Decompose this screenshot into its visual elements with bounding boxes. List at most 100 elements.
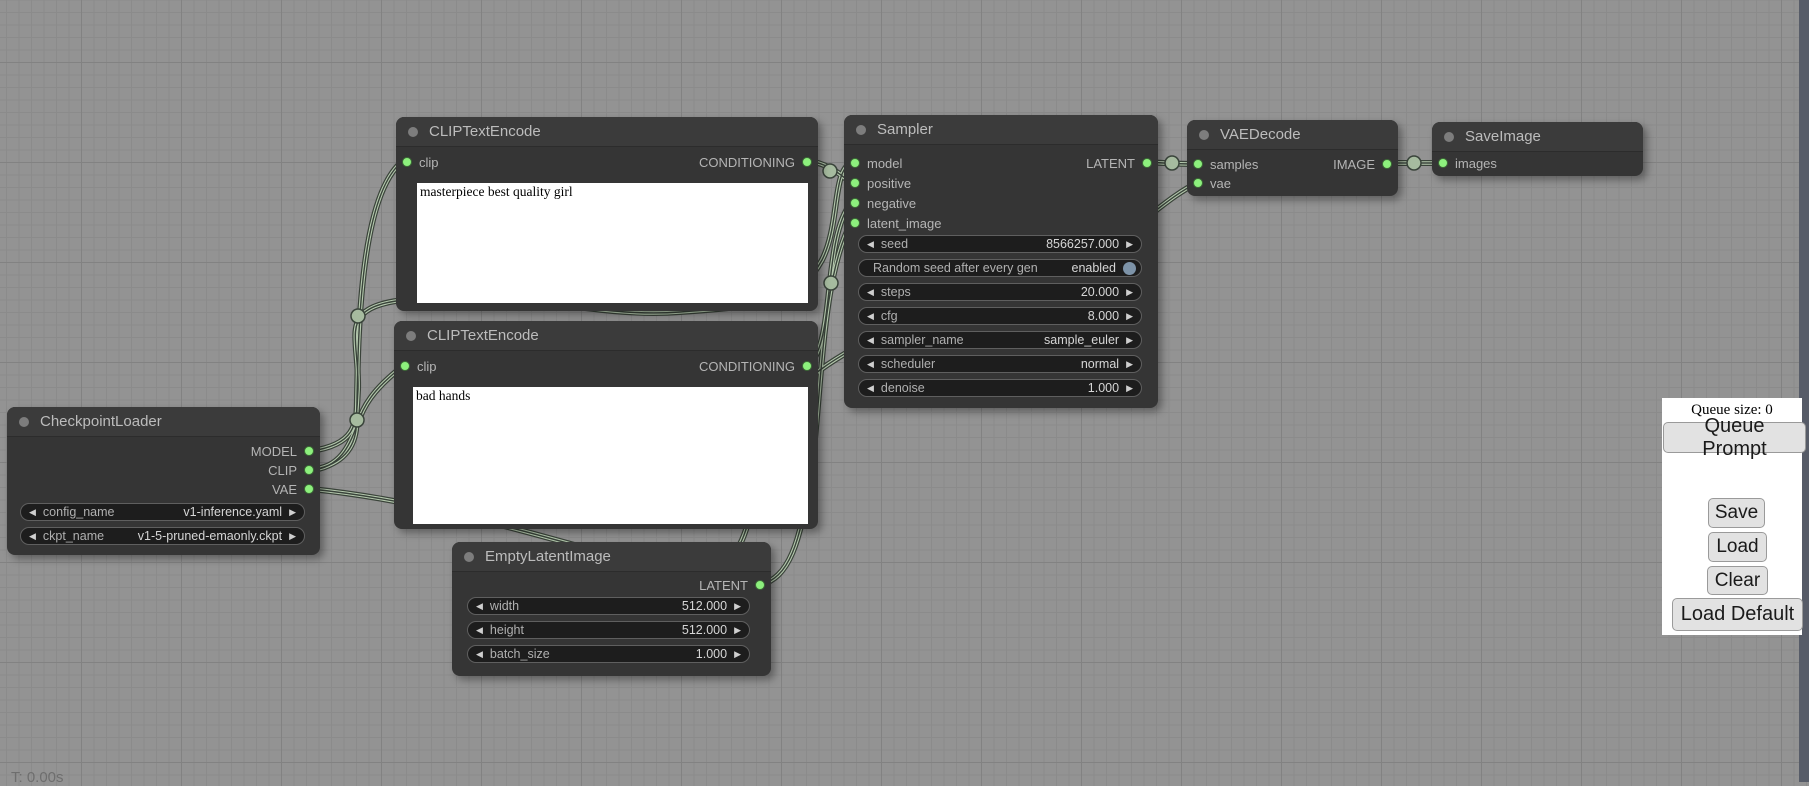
increment-arrow-icon[interactable]: ▶ (1126, 355, 1133, 373)
toggle-indicator[interactable] (1123, 262, 1136, 275)
node-vae-decode[interactable]: VAEDecode samples vae IMAGE (1187, 120, 1398, 196)
node-title-bar[interactable]: VAEDecode (1187, 120, 1398, 150)
increment-arrow-icon[interactable]: ▶ (1126, 235, 1133, 253)
port-dot[interactable] (1142, 158, 1152, 168)
input-port-negative[interactable]: negative (850, 193, 916, 213)
node-collapse-dot[interactable] (19, 417, 29, 427)
output-port-model[interactable]: MODEL (251, 441, 314, 461)
widget-height[interactable]: ◀ height 512.000 ▶ (467, 621, 750, 639)
queue-prompt-button[interactable]: Queue Prompt (1663, 422, 1806, 453)
port-dot[interactable] (802, 157, 812, 167)
widget-denoise[interactable]: ◀ denoise 1.000 ▶ (858, 379, 1142, 397)
port-dot[interactable] (304, 484, 314, 494)
node-collapse-dot[interactable] (1444, 132, 1454, 142)
decrement-arrow-icon[interactable]: ◀ (867, 307, 874, 325)
output-port-latent[interactable]: LATENT (699, 575, 765, 595)
widget-width[interactable]: ◀ width 512.000 ▶ (467, 597, 750, 615)
widget-random-seed-toggle[interactable]: Random seed after every gen enabled (858, 259, 1142, 277)
output-port-conditioning[interactable]: CONDITIONING (699, 152, 812, 172)
input-port-latent-image[interactable]: latent_image (850, 213, 941, 233)
port-dot[interactable] (1438, 158, 1448, 168)
clear-button[interactable]: Clear (1707, 566, 1768, 595)
increment-arrow-icon[interactable]: ▶ (289, 527, 296, 545)
node-title-bar[interactable]: SaveImage (1432, 122, 1643, 152)
node-sampler[interactable]: Sampler model positive negative latent_i… (844, 115, 1158, 408)
decrement-arrow-icon[interactable]: ◀ (867, 355, 874, 373)
widget-scheduler[interactable]: ◀ scheduler normal ▶ (858, 355, 1142, 373)
port-dot[interactable] (850, 198, 860, 208)
input-port-positive[interactable]: positive (850, 173, 911, 193)
increment-arrow-icon[interactable]: ▶ (734, 597, 741, 615)
decrement-arrow-icon[interactable]: ◀ (476, 645, 483, 663)
increment-arrow-icon[interactable]: ▶ (1126, 331, 1133, 349)
widget-config-name[interactable]: ◀ config_name v1-inference.yaml ▶ (20, 503, 305, 521)
prompt-textarea[interactable]: masterpiece best quality girl (417, 183, 808, 303)
increment-arrow-icon[interactable]: ▶ (1126, 307, 1133, 325)
widget-cfg[interactable]: ◀ cfg 8.000 ▶ (858, 307, 1142, 325)
widget-batch-size[interactable]: ◀ batch_size 1.000 ▶ (467, 645, 750, 663)
decrement-arrow-icon[interactable]: ◀ (476, 621, 483, 639)
decrement-arrow-icon[interactable]: ◀ (867, 235, 874, 253)
input-port-images[interactable]: images (1438, 153, 1497, 173)
widget-seed[interactable]: ◀ seed 8566257.000 ▶ (858, 235, 1142, 253)
node-collapse-dot[interactable] (1199, 130, 1209, 140)
node-clip-text-encode-positive[interactable]: CLIPTextEncode clip CONDITIONING masterp… (396, 117, 818, 311)
widget-value: enabled (1072, 261, 1117, 275)
port-dot[interactable] (802, 361, 812, 371)
decrement-arrow-icon[interactable]: ◀ (29, 503, 36, 521)
node-title-bar[interactable]: CLIPTextEncode (394, 321, 818, 351)
load-default-button[interactable]: Load Default (1672, 598, 1803, 631)
port-dot[interactable] (755, 580, 765, 590)
window-scrollbar[interactable] (1799, 0, 1809, 782)
port-dot[interactable] (850, 158, 860, 168)
node-clip-text-encode-negative[interactable]: CLIPTextEncode clip CONDITIONING bad han… (394, 321, 818, 529)
output-port-conditioning[interactable]: CONDITIONING (699, 356, 812, 376)
input-port-clip[interactable]: clip (402, 152, 439, 172)
increment-arrow-icon[interactable]: ▶ (289, 503, 296, 521)
port-dot[interactable] (402, 157, 412, 167)
port-dot[interactable] (850, 218, 860, 228)
node-title-bar[interactable]: CLIPTextEncode (396, 117, 818, 147)
increment-arrow-icon[interactable]: ▶ (734, 621, 741, 639)
output-port-latent[interactable]: LATENT (1086, 153, 1152, 173)
increment-arrow-icon[interactable]: ▶ (1126, 379, 1133, 397)
widget-sampler-name[interactable]: ◀ sampler_name sample_euler ▶ (858, 331, 1142, 349)
increment-arrow-icon[interactable]: ▶ (1126, 283, 1133, 301)
node-collapse-dot[interactable] (406, 331, 416, 341)
increment-arrow-icon[interactable]: ▶ (734, 645, 741, 663)
input-port-model[interactable]: model (850, 153, 902, 173)
port-dot[interactable] (850, 178, 860, 188)
output-port-image[interactable]: IMAGE (1333, 154, 1392, 174)
node-collapse-dot[interactable] (464, 552, 474, 562)
port-dot[interactable] (1193, 178, 1203, 188)
node-empty-latent-image[interactable]: EmptyLatentImage LATENT ◀ width 512.000 … (452, 542, 771, 676)
node-title-bar[interactable]: Sampler (844, 115, 1158, 145)
port-dot[interactable] (304, 446, 314, 456)
input-port-clip[interactable]: clip (400, 356, 437, 376)
node-collapse-dot[interactable] (856, 125, 866, 135)
load-button[interactable]: Load (1708, 532, 1767, 562)
port-dot[interactable] (400, 361, 410, 371)
save-button[interactable]: Save (1708, 498, 1765, 528)
port-dot[interactable] (1382, 159, 1392, 169)
node-save-image[interactable]: SaveImage images (1432, 122, 1643, 176)
port-dot[interactable] (1193, 159, 1203, 169)
prompt-textarea[interactable]: bad hands (413, 387, 808, 524)
widget-label: sampler_name (881, 333, 964, 347)
decrement-arrow-icon[interactable]: ◀ (29, 527, 36, 545)
node-checkpoint-loader[interactable]: CheckpointLoader MODEL CLIP VAE ◀ config… (7, 407, 320, 555)
output-port-vae[interactable]: VAE (272, 479, 314, 499)
decrement-arrow-icon[interactable]: ◀ (867, 379, 874, 397)
port-dot[interactable] (304, 465, 314, 475)
input-port-vae[interactable]: vae (1193, 173, 1231, 193)
decrement-arrow-icon[interactable]: ◀ (476, 597, 483, 615)
decrement-arrow-icon[interactable]: ◀ (867, 331, 874, 349)
output-port-clip[interactable]: CLIP (268, 460, 314, 480)
widget-ckpt-name[interactable]: ◀ ckpt_name v1-5-pruned-emaonly.ckpt ▶ (20, 527, 305, 545)
widget-steps[interactable]: ◀ steps 20.000 ▶ (858, 283, 1142, 301)
input-port-samples[interactable]: samples (1193, 154, 1258, 174)
decrement-arrow-icon[interactable]: ◀ (867, 283, 874, 301)
node-collapse-dot[interactable] (408, 127, 418, 137)
node-title-bar[interactable]: CheckpointLoader (7, 407, 320, 437)
node-title-bar[interactable]: EmptyLatentImage (452, 542, 771, 572)
